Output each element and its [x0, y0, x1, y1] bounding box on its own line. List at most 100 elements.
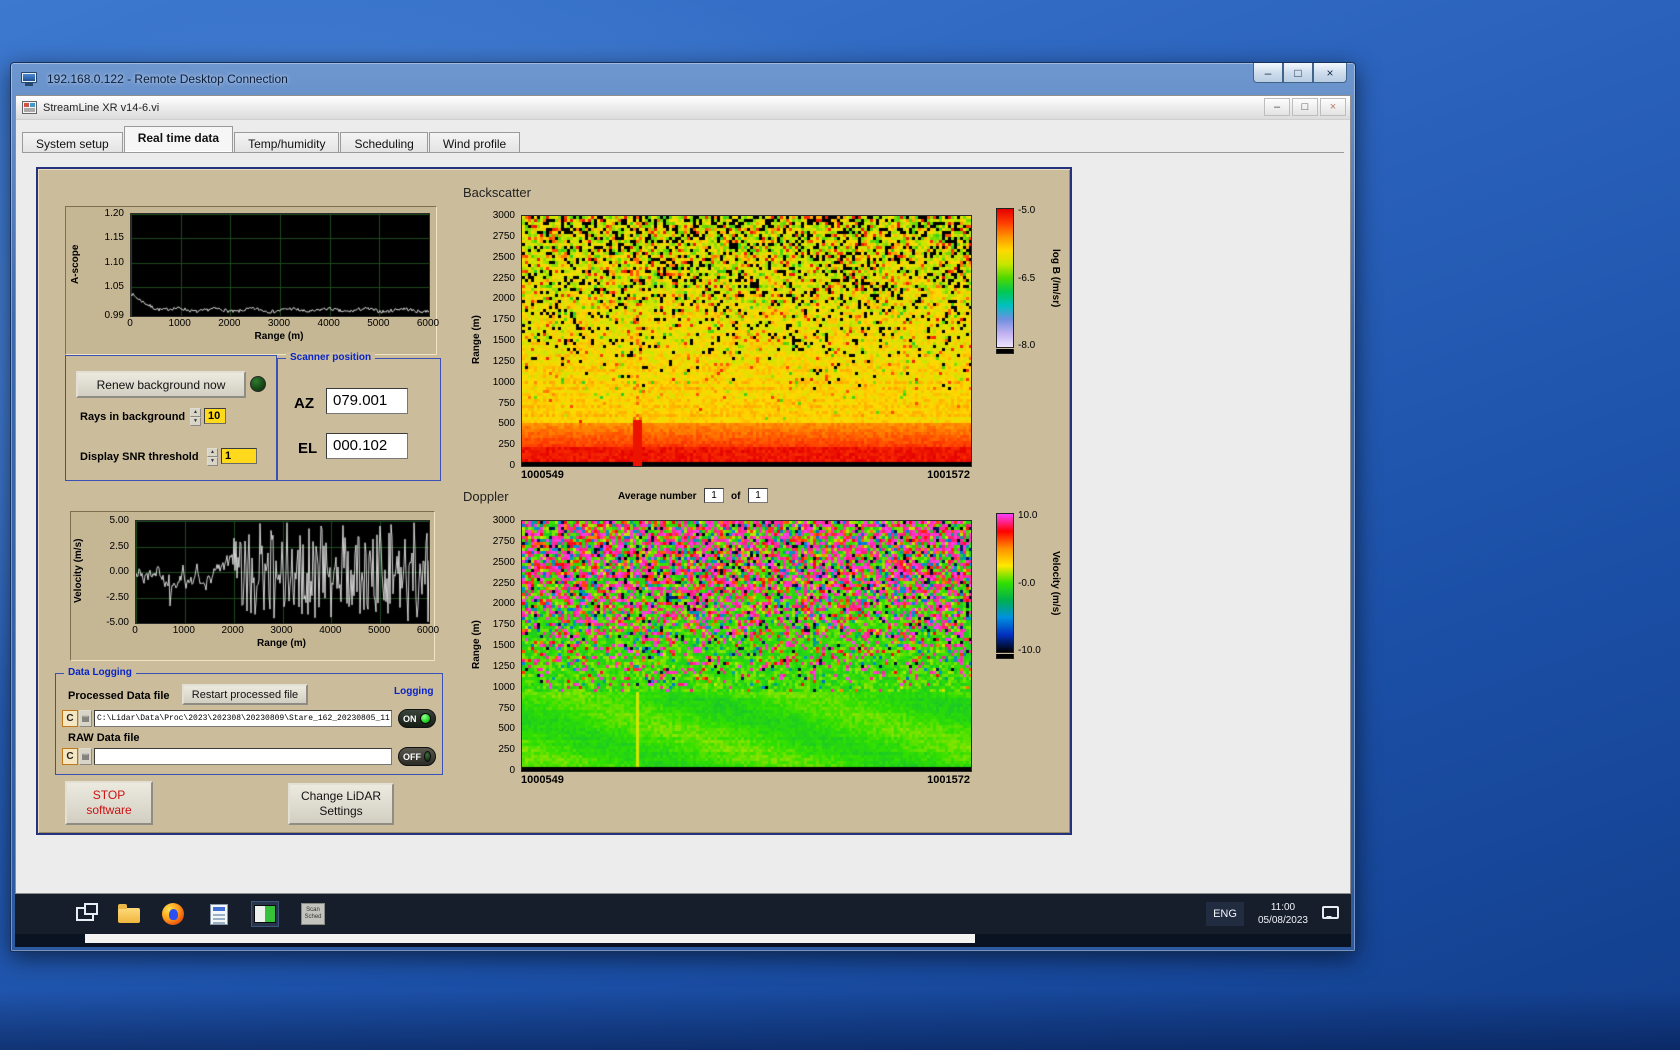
- app-close-button[interactable]: ×: [1320, 98, 1346, 116]
- velocity-y-ticks: 5.002.500.00-2.50-5.00: [93, 520, 131, 622]
- rdp-window: 192.168.0.122 - Remote Desktop Connectio…: [10, 62, 1356, 952]
- rdp-minimize-button[interactable]: –: [1253, 63, 1283, 83]
- snr-up-icon[interactable]: ▲: [207, 448, 218, 457]
- of-label: of: [731, 491, 740, 502]
- taskbar-clock[interactable]: 11:00 05/08/2023: [1258, 901, 1308, 927]
- doppler-colorbar: 10.0-0.0-10.0 Velocity (m/s): [988, 510, 1072, 670]
- language-indicator[interactable]: ENG: [1206, 902, 1244, 926]
- firefox-button[interactable]: [159, 901, 187, 927]
- tab-system-setup[interactable]: System setup: [22, 132, 123, 154]
- az-label: AZ: [294, 395, 314, 412]
- main-panel: A-scope 1.201.151.101.050.99 01000200030…: [36, 167, 1072, 835]
- app-titlebar[interactable]: StreamLine XR v14-6.vi – □ ×: [16, 96, 1350, 120]
- az-value-field: 079.001: [326, 388, 408, 414]
- rdp-maximize-button[interactable]: □: [1283, 63, 1313, 83]
- backscatter-colorbar-label: log B (/m/sr): [1050, 208, 1061, 348]
- document-icon: [210, 904, 228, 925]
- raw-logging-toggle[interactable]: OFF: [398, 747, 436, 766]
- processed-drive-button[interactable]: C: [62, 710, 78, 727]
- change-lidar-settings-button[interactable]: Change LiDAR Settings: [288, 783, 394, 825]
- file-explorer-button[interactable]: [115, 901, 143, 927]
- rays-value-field[interactable]: 10: [204, 408, 226, 424]
- rdp-window-title: 192.168.0.122 - Remote Desktop Connectio…: [47, 72, 288, 86]
- doppler-title: Doppler: [463, 489, 509, 504]
- streamline-app-icon: [254, 905, 276, 923]
- processed-toggle-label: ON: [403, 714, 417, 724]
- scanner-position-title: Scanner position: [286, 352, 375, 363]
- doppler-colorbar-gradient: [996, 513, 1014, 653]
- processed-logging-toggle[interactable]: ON: [398, 709, 436, 728]
- data-logging-title: Data Logging: [64, 667, 136, 678]
- raw-browse-icon[interactable]: ▤: [79, 748, 92, 765]
- backscatter-colorbar: -5.0-6.5-8.0 log B (/m/sr): [988, 205, 1072, 365]
- backscatter-colorbar-cap: [996, 349, 1014, 354]
- ascope-y-ticks: 1.201.151.101.050.99: [92, 213, 126, 315]
- rdp-titlebar[interactable]: 192.168.0.122 - Remote Desktop Connectio…: [11, 63, 1355, 95]
- doppler-x-end: 1001572: [927, 774, 970, 786]
- streamline-app-button[interactable]: [251, 901, 279, 927]
- velocity-plot-canvas: [135, 520, 430, 624]
- app-window: StreamLine XR v14-6.vi – □ × System setu…: [15, 95, 1351, 894]
- snr-down-icon[interactable]: ▼: [207, 457, 218, 466]
- data-logging-group: Data Logging Processed Data file Restart…: [55, 673, 443, 775]
- backscatter-colorbar-ticks: -5.0-6.5-8.0: [1018, 205, 1052, 351]
- stop-button-line2: software: [86, 803, 131, 818]
- task-view-button[interactable]: [71, 901, 99, 927]
- backscatter-heatmap-canvas: [521, 215, 972, 467]
- rays-up-icon[interactable]: ▲: [190, 408, 201, 417]
- remote-desktop-screen: StreamLine XR v14-6.vi – □ × System setu…: [15, 95, 1351, 947]
- raw-toggle-led: [424, 751, 431, 762]
- tab-wind-profile[interactable]: Wind profile: [429, 132, 520, 154]
- stop-software-button[interactable]: STOP software: [65, 781, 153, 825]
- renew-background-button[interactable]: Renew background now: [76, 371, 246, 398]
- scanner-position-group: Scanner position AZ 079.001 EL 000.102: [277, 358, 441, 481]
- velocity-x-ticks: 0100020003000400050006000: [135, 625, 428, 637]
- backscatter-x-labels: 1000549 1001572: [521, 469, 970, 481]
- tab-bar: System setup Real time data Temp/humidit…: [22, 126, 1344, 152]
- tab-temp-humidity[interactable]: Temp/humidity: [234, 132, 339, 154]
- backscatter-x-start: 1000549: [521, 469, 564, 481]
- clock-time: 11:00: [1271, 902, 1295, 913]
- doppler-colorbar-label: Velocity (m/s): [1050, 513, 1061, 653]
- ascope-y-axis-label: A-scope: [70, 213, 81, 315]
- firefox-icon: [162, 903, 184, 925]
- ascope-x-ticks: 0100020003000400050006000: [130, 318, 428, 330]
- rays-down-icon[interactable]: ▼: [190, 417, 201, 426]
- logging-label: Logging: [394, 686, 433, 697]
- raw-toggle-label: OFF: [403, 752, 421, 762]
- tab-real-time-data[interactable]: Real time data: [124, 126, 233, 152]
- snr-spinner[interactable]: ▲▼: [207, 448, 218, 464]
- average-count-field[interactable]: 1: [704, 488, 724, 503]
- snr-value-field[interactable]: 1: [221, 448, 257, 464]
- rays-spinner[interactable]: ▲▼: [190, 408, 201, 424]
- doppler-x-labels: 1000549 1001572: [521, 774, 970, 786]
- tab-scheduling[interactable]: Scheduling: [340, 132, 427, 154]
- folder-icon: [118, 908, 140, 923]
- scan-scheduler-icon: Scan Sched: [301, 903, 325, 925]
- app-restore-button[interactable]: □: [1292, 98, 1318, 116]
- settings-button-line1: Change LiDAR: [301, 789, 381, 804]
- taskbar-substrip: [15, 934, 1351, 947]
- average-total-field[interactable]: 1: [748, 488, 768, 503]
- snr-threshold-label: Display SNR threshold: [80, 451, 199, 463]
- app-minimize-button[interactable]: –: [1264, 98, 1290, 116]
- notepad-button[interactable]: [205, 901, 233, 927]
- backscatter-title: Backscatter: [463, 185, 531, 200]
- taskbar: Scan Sched ENG 11:00 05/08/2023: [15, 894, 1351, 934]
- notification-icon[interactable]: [1322, 906, 1339, 919]
- restart-processed-file-button[interactable]: Restart processed file: [182, 684, 308, 705]
- clock-date: 05/08/2023: [1258, 915, 1308, 926]
- scan-scheduler-button[interactable]: Scan Sched: [299, 901, 327, 927]
- processed-path-field[interactable]: C:\Lidar\Data\Proc\2023\202308\20230809\…: [94, 710, 392, 727]
- doppler-heatmap-canvas: [521, 520, 972, 772]
- task-view-icon: [76, 907, 94, 921]
- processed-data-file-label: Processed Data file: [68, 690, 170, 702]
- settings-button-line2: Settings: [319, 804, 362, 819]
- processed-browse-icon[interactable]: ▤: [79, 710, 92, 727]
- velocity-plot-frame: Velocity (m/s) 5.002.500.00-2.50-5.00 01…: [70, 511, 435, 661]
- raw-path-field[interactable]: [94, 748, 392, 765]
- raw-drive-button[interactable]: C: [62, 748, 78, 765]
- rdp-close-button[interactable]: ×: [1313, 63, 1347, 83]
- backscatter-y-axis-label: Range (m): [471, 215, 482, 465]
- doppler-y-axis-label: Range (m): [471, 520, 482, 770]
